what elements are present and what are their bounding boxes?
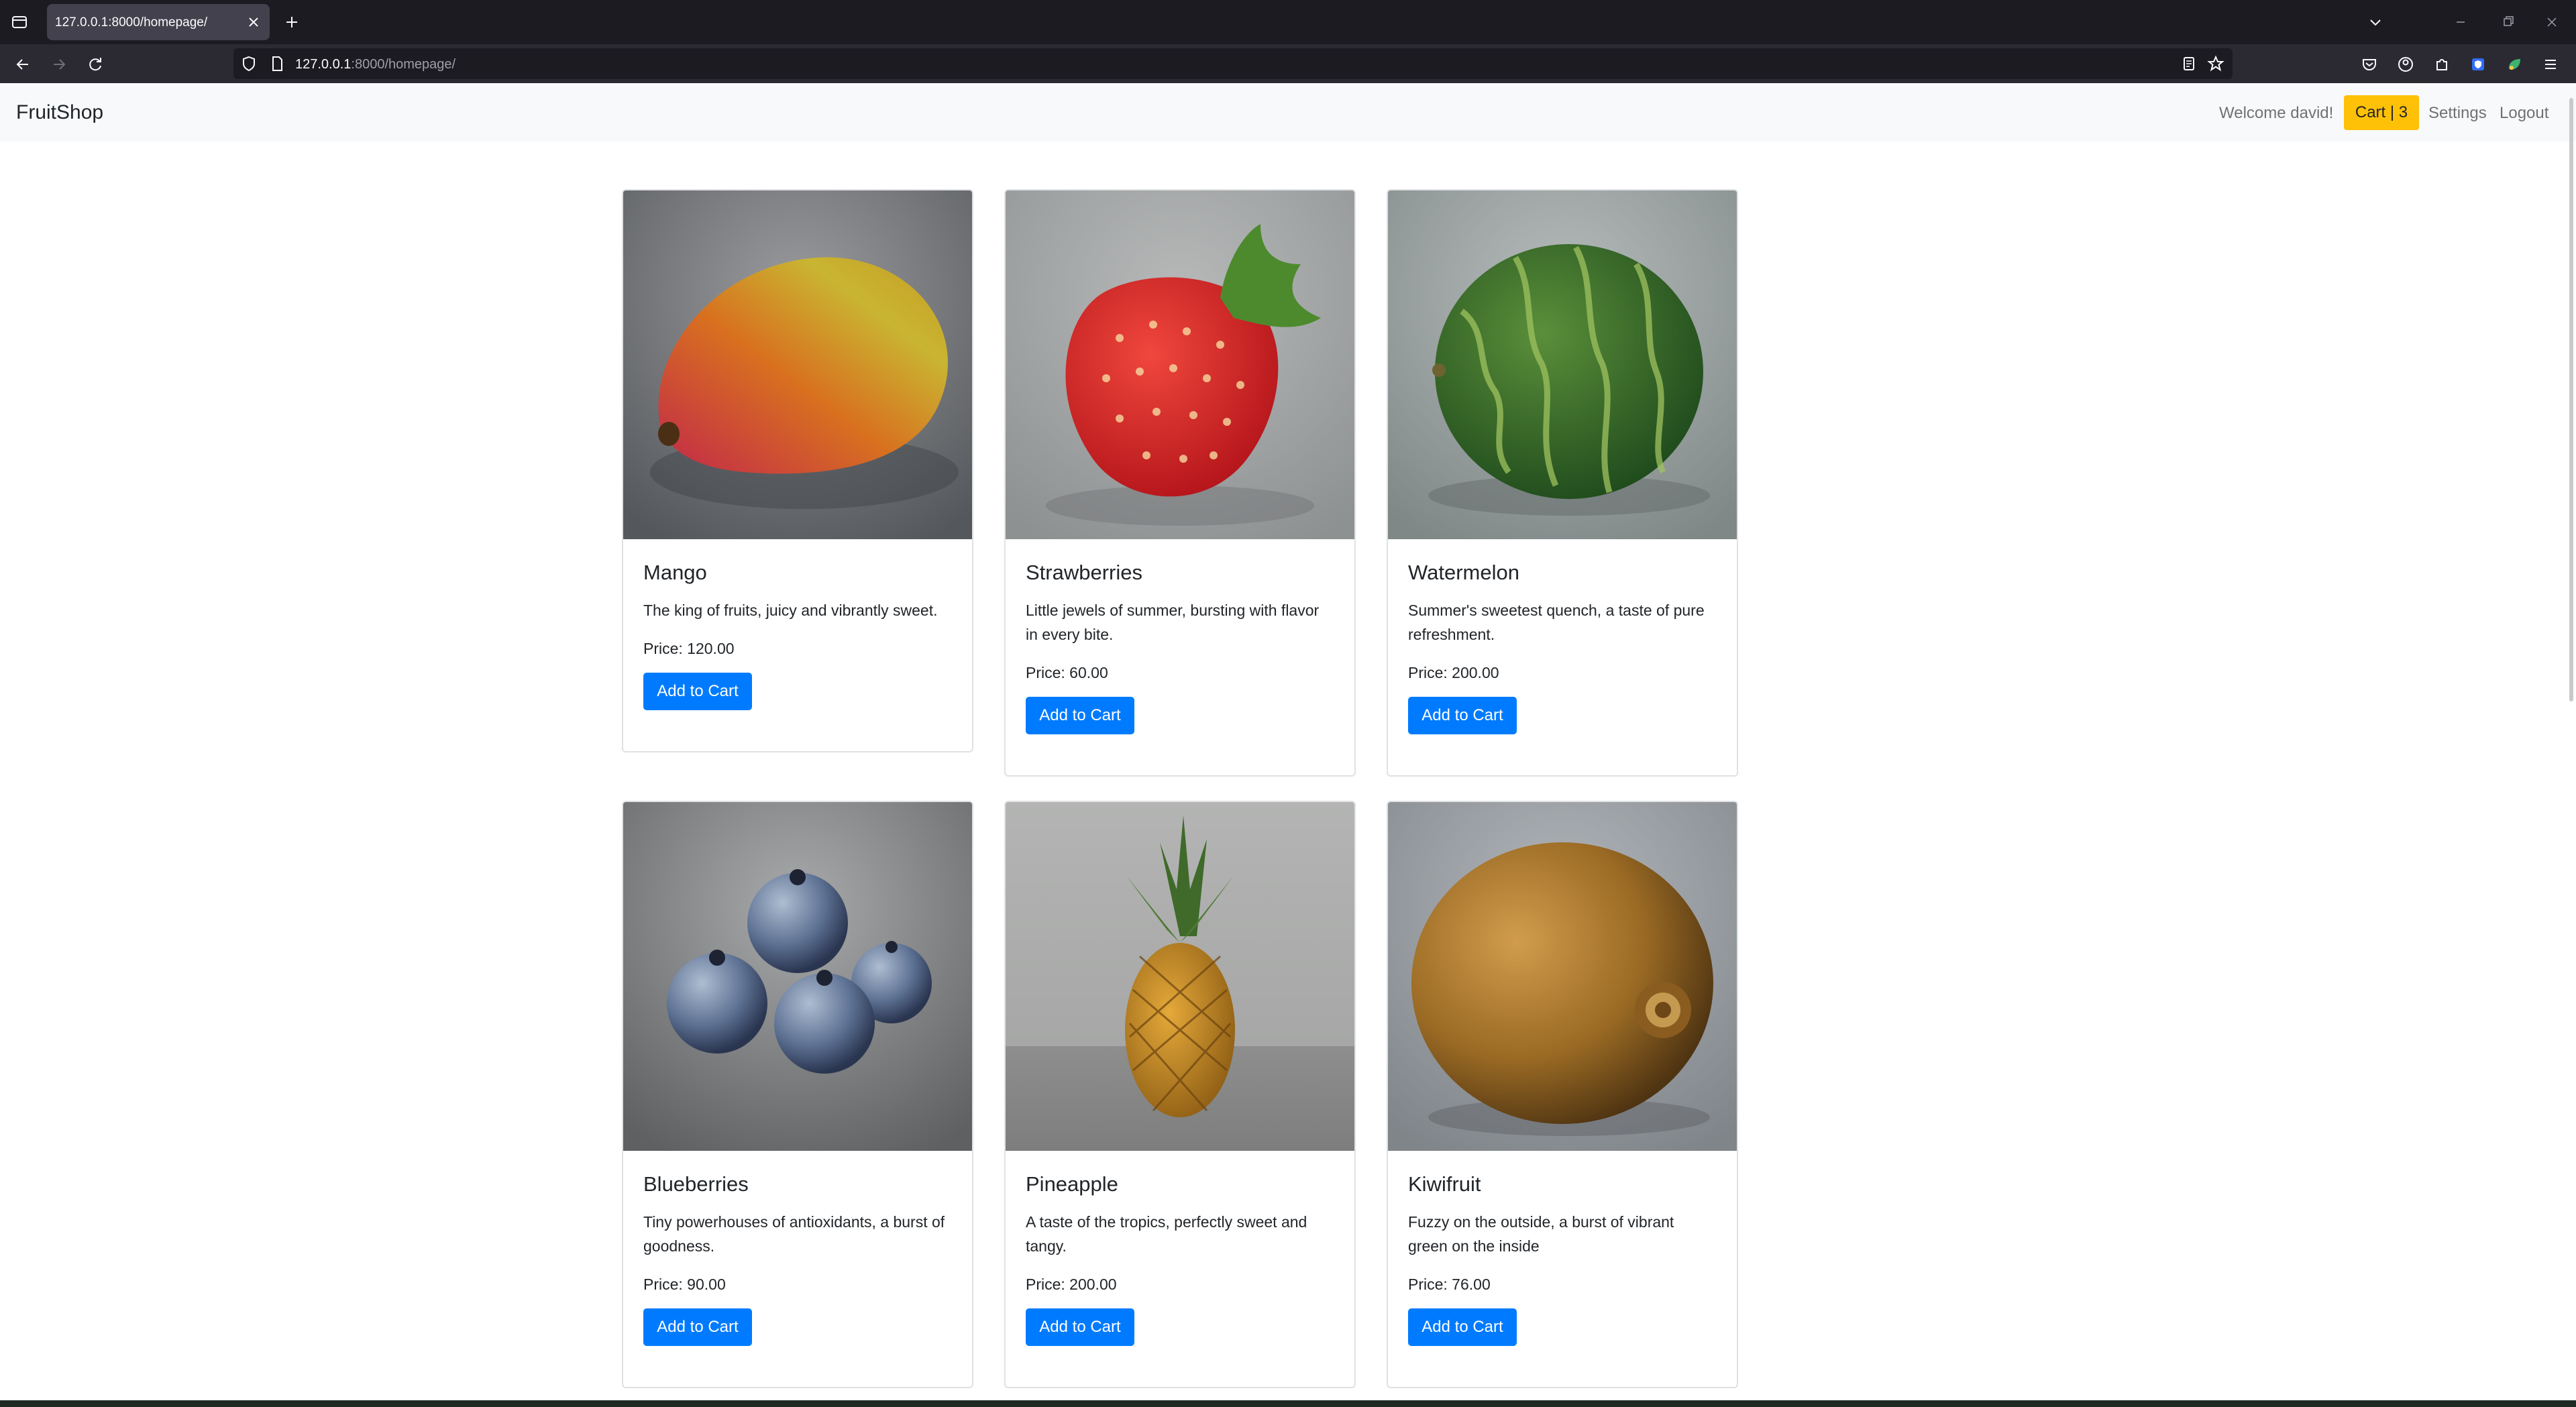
new-tab-icon[interactable] bbox=[282, 12, 302, 32]
welcome-message: Welcome david! bbox=[2219, 104, 2334, 122]
product-price: Price: 90.00 bbox=[643, 1276, 726, 1293]
add-to-cart-button[interactable]: Add to Cart bbox=[643, 673, 752, 710]
window-close-icon[interactable] bbox=[2540, 12, 2564, 32]
product-card-blueberries: Blueberries Tiny powerhouses of antioxid… bbox=[622, 801, 973, 1388]
product-description: Fuzzy on the outside, a burst of vibrant… bbox=[1408, 1213, 1674, 1255]
settings-link[interactable]: Settings bbox=[2428, 104, 2487, 123]
pocket-icon[interactable] bbox=[2359, 54, 2380, 75]
restore-icon[interactable] bbox=[2496, 12, 2520, 32]
kiwi-image bbox=[1388, 802, 1737, 1151]
product-description: Tiny powerhouses of antioxidants, a burs… bbox=[643, 1213, 945, 1255]
blueberries-image bbox=[623, 802, 972, 1151]
add-to-cart-button[interactable]: Add to Cart bbox=[643, 1308, 752, 1346]
product-name: Pineapple bbox=[1026, 1172, 1118, 1196]
product-card-mango: Mango The king of fruits, juicy and vibr… bbox=[622, 189, 973, 752]
url-text: 127.0.0.1:8000/homepage/ bbox=[295, 57, 455, 72]
back-icon[interactable] bbox=[12, 54, 34, 75]
product-name: Watermelon bbox=[1408, 561, 1519, 584]
strawberry-image bbox=[1006, 190, 1354, 539]
address-bar[interactable]: 127.0.0.1:8000/homepage/ bbox=[233, 48, 2233, 79]
card-body: Kiwifruit Fuzzy on the outside, a burst … bbox=[1388, 1151, 1737, 1346]
cart-button[interactable]: Cart | 3 bbox=[2344, 95, 2419, 130]
close-tab-icon[interactable] bbox=[246, 14, 262, 30]
minimize-icon[interactable] bbox=[2449, 12, 2473, 32]
product-card-strawberries: Strawberries Little jewels of summer, bu… bbox=[1004, 189, 1356, 777]
product-card-watermelon: Watermelon Summer's sweetest quench, a t… bbox=[1387, 189, 1738, 777]
firefox-view-icon[interactable] bbox=[9, 12, 30, 32]
product-name: Kiwifruit bbox=[1408, 1172, 1481, 1196]
product-name: Strawberries bbox=[1026, 561, 1142, 584]
product-description: The king of fruits, juicy and vibrantly … bbox=[643, 602, 938, 619]
product-price: Price: 60.00 bbox=[1026, 664, 1108, 681]
browser-tab-bar: 127.0.0.1:8000/homepage/ bbox=[0, 0, 2576, 44]
product-price: Price: 120.00 bbox=[643, 640, 735, 657]
card-body: Watermelon Summer's sweetest quench, a t… bbox=[1388, 539, 1737, 734]
forward-icon[interactable] bbox=[48, 54, 70, 75]
url-host: 127.0.0.1 bbox=[295, 57, 352, 72]
tracking-shield-icon[interactable] bbox=[239, 54, 259, 74]
add-to-cart-button[interactable]: Add to Cart bbox=[1026, 1308, 1134, 1346]
leaf-extension-icon[interactable] bbox=[2504, 54, 2525, 75]
add-to-cart-button[interactable]: Add to Cart bbox=[1026, 697, 1134, 734]
shield-extension-icon[interactable] bbox=[2467, 54, 2489, 75]
extensions-icon[interactable] bbox=[2431, 54, 2453, 75]
brand-logo[interactable]: FruitShop bbox=[16, 101, 103, 124]
taskbar-edge bbox=[0, 1400, 2576, 1407]
site-navbar: FruitShop Welcome david! Cart | 3 Settin… bbox=[0, 85, 2576, 142]
card-body: Strawberries Little jewels of summer, bu… bbox=[1006, 539, 1354, 734]
account-icon[interactable] bbox=[2395, 54, 2416, 75]
tab-title: 127.0.0.1:8000/homepage/ bbox=[55, 15, 208, 30]
browser-toolbar: 127.0.0.1:8000/homepage/ bbox=[0, 44, 2576, 83]
product-description: Little jewels of summer, bursting with f… bbox=[1026, 602, 1320, 643]
product-card-kiwifruit: Kiwifruit Fuzzy on the outside, a burst … bbox=[1387, 801, 1738, 1388]
page-info-icon[interactable] bbox=[267, 54, 287, 74]
reload-icon[interactable] bbox=[85, 54, 106, 75]
reader-view-icon[interactable] bbox=[2179, 54, 2199, 74]
pineapple-image bbox=[1006, 802, 1354, 1151]
page-scrollbar[interactable] bbox=[2569, 98, 2573, 701]
card-body: Pineapple A taste of the tropics, perfec… bbox=[1006, 1151, 1354, 1346]
browser-tab-active[interactable]: 127.0.0.1:8000/homepage/ bbox=[47, 4, 270, 40]
card-body: Blueberries Tiny powerhouses of antioxid… bbox=[623, 1151, 972, 1346]
product-description: A taste of the tropics, perfectly sweet … bbox=[1026, 1213, 1307, 1255]
logout-link[interactable]: Logout bbox=[2500, 104, 2548, 123]
menu-icon[interactable] bbox=[2540, 54, 2561, 75]
url-path: :8000/homepage/ bbox=[351, 57, 456, 72]
watermelon-image bbox=[1388, 190, 1737, 539]
product-card-pineapple: Pineapple A taste of the tropics, perfec… bbox=[1004, 801, 1356, 1388]
product-name: Blueberries bbox=[643, 1172, 749, 1196]
mango-image bbox=[623, 190, 972, 539]
bookmark-star-icon[interactable] bbox=[2206, 54, 2226, 74]
add-to-cart-button[interactable]: Add to Cart bbox=[1408, 697, 1517, 734]
product-price: Price: 200.00 bbox=[1408, 664, 1499, 681]
product-name: Mango bbox=[643, 561, 707, 584]
add-to-cart-button[interactable]: Add to Cart bbox=[1408, 1308, 1517, 1346]
product-description: Summer's sweetest quench, a taste of pur… bbox=[1408, 602, 1705, 643]
chevron-down-icon[interactable] bbox=[2365, 12, 2385, 32]
product-price: Price: 200.00 bbox=[1026, 1276, 1117, 1293]
card-body: Mango The king of fruits, juicy and vibr… bbox=[623, 539, 972, 710]
product-price: Price: 76.00 bbox=[1408, 1276, 1491, 1293]
